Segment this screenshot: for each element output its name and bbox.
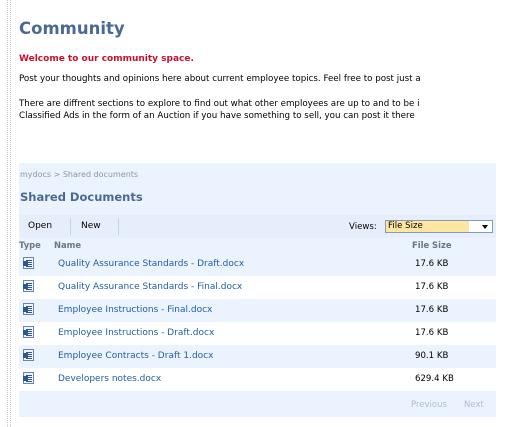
word-document-icon[interactable] <box>23 280 34 292</box>
file-name-link[interactable]: Employee Instructions - Final.docx <box>58 305 212 315</box>
sections-paragraph-line1: There are diffrent sections to explore t… <box>19 99 420 109</box>
word-document-icon[interactable] <box>23 349 34 361</box>
welcome-text: Welcome to our community space. <box>19 54 194 64</box>
word-document-icon[interactable] <box>23 372 34 384</box>
table-row[interactable]: Quality Assurance Standards - Draft.docx… <box>19 253 496 276</box>
document-toolbar: Open New Views: File Size <box>19 215 496 238</box>
pager: Previous Next <box>19 395 496 415</box>
file-size: 17.6 KB <box>415 259 449 269</box>
file-size: 17.6 KB <box>415 282 449 292</box>
intro-paragraph: Post your thoughts and opinions here abo… <box>19 74 421 84</box>
file-size: 629.4 KB <box>415 374 454 384</box>
views-selected-value: File Size <box>386 221 469 232</box>
table-row[interactable]: Quality Assurance Standards - Final.docx… <box>19 276 496 299</box>
file-size: 17.6 KB <box>415 305 449 315</box>
word-document-icon[interactable] <box>23 326 34 338</box>
next-page-link[interactable]: Next <box>464 400 484 410</box>
page-left-border <box>7 0 11 427</box>
table-row[interactable]: Employee Instructions - Draft.docx 17.6 … <box>19 322 496 345</box>
file-size: 17.6 KB <box>415 328 449 338</box>
column-header-name[interactable]: Name <box>54 240 81 250</box>
views-dropdown[interactable]: File Size <box>385 220 493 233</box>
file-name-link[interactable]: Employee Contracts - Draft 1.docx <box>58 351 213 361</box>
views-label: Views: <box>349 222 377 232</box>
file-name-link[interactable]: Quality Assurance Standards - Final.docx <box>58 282 242 292</box>
sections-paragraph-line2: Classified Ads in the form of an Auction… <box>19 111 415 121</box>
file-name-link[interactable]: Quality Assurance Standards - Draft.docx <box>58 259 244 269</box>
chevron-down-icon[interactable] <box>482 225 488 229</box>
toolbar-separator <box>70 218 71 235</box>
file-name-link[interactable]: Employee Instructions - Draft.docx <box>58 328 214 338</box>
column-header-file-size[interactable]: File Size <box>412 240 452 250</box>
webpart-title[interactable]: Shared Documents <box>20 190 143 204</box>
shared-documents-webpart: mydocs > Shared documents Shared Documen… <box>19 163 496 417</box>
word-document-icon[interactable] <box>23 303 34 315</box>
new-button[interactable]: New <box>81 221 101 231</box>
column-header-row: Type Name File Size <box>19 239 496 252</box>
open-button[interactable]: Open <box>28 221 52 231</box>
previous-page-link[interactable]: Previous <box>411 400 447 410</box>
table-row[interactable]: Employee Instructions - Final.docx 17.6 … <box>19 299 496 322</box>
page-title: Community <box>19 19 125 38</box>
breadcrumb[interactable]: mydocs > Shared documents <box>20 170 138 179</box>
file-name-link[interactable]: Developers notes.docx <box>58 374 161 384</box>
toolbar-separator <box>118 218 119 235</box>
main-content: Community Welcome to our community space… <box>19 0 512 427</box>
column-header-type[interactable]: Type <box>19 240 41 250</box>
table-row[interactable]: Developers notes.docx 629.4 KB <box>19 368 496 391</box>
file-size: 90.1 KB <box>415 351 449 361</box>
table-row[interactable]: Employee Contracts - Draft 1.docx 90.1 K… <box>19 345 496 368</box>
word-document-icon[interactable] <box>23 257 34 269</box>
